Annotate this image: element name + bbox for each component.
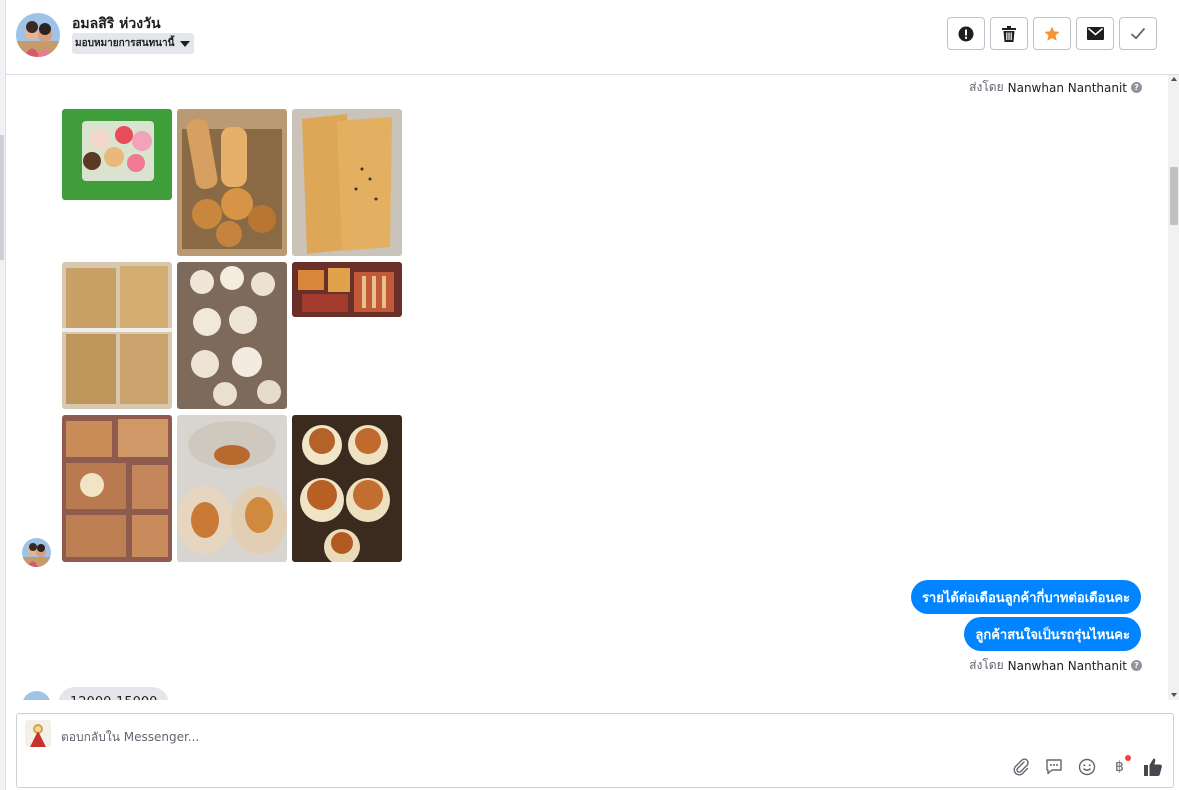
mark-spam-button[interactable] xyxy=(947,17,985,50)
thread-scrollbar[interactable] xyxy=(1168,75,1179,700)
contact-avatar[interactable] xyxy=(22,691,51,700)
page-avatar xyxy=(25,720,51,747)
outgoing-message[interactable]: ลูกค้าสนใจเป็นรถรุ่นไหนคะ xyxy=(964,617,1141,651)
reply-input[interactable]: ตอบกลับใน Messenger... xyxy=(61,728,199,747)
assign-label: มอบหมายการสนทนานี้ xyxy=(75,38,175,49)
saved-replies-icon xyxy=(1045,758,1062,774)
photo-attachment[interactable] xyxy=(62,109,172,200)
payment-button[interactable]: ฿ xyxy=(1109,755,1131,777)
header-actions xyxy=(947,17,1157,50)
messenger-inbox: อมลสิริ ห่วงวัน มอบหมายการสนทนานี้ ส่งโด… xyxy=(0,0,1179,790)
photo-attachment[interactable] xyxy=(177,262,287,409)
notification-dot xyxy=(1125,755,1131,761)
paperclip-icon xyxy=(1013,757,1029,775)
scroll-down-arrow-icon[interactable] xyxy=(1171,693,1177,697)
star-icon xyxy=(1044,26,1060,41)
photo-attachment[interactable] xyxy=(62,262,172,409)
chevron-down-icon xyxy=(180,40,191,47)
trash-icon xyxy=(1002,25,1016,42)
emoji-button[interactable] xyxy=(1076,756,1097,777)
saved-replies-button[interactable] xyxy=(1043,756,1064,777)
checkmark-icon xyxy=(1130,27,1146,40)
help-icon[interactable]: ? xyxy=(1131,660,1142,671)
reply-composer[interactable]: ตอบกลับใน Messenger... ฿ xyxy=(16,713,1174,788)
contact-avatar[interactable] xyxy=(16,13,60,57)
contact-avatar[interactable] xyxy=(22,538,51,567)
sent-by-name: Nanwhan Nanthanit xyxy=(1007,80,1127,95)
like-button[interactable] xyxy=(1142,756,1163,777)
scroll-up-arrow-icon[interactable] xyxy=(1171,77,1177,81)
scrollbar-thumb[interactable] xyxy=(1170,167,1178,225)
photo-attachment[interactable] xyxy=(177,109,287,256)
photo-attachment[interactable] xyxy=(292,109,402,256)
photo-attachment[interactable] xyxy=(177,415,287,562)
assign-conversation-dropdown[interactable]: มอบหมายการสนทนานี้ xyxy=(72,33,195,54)
outgoing-message[interactable]: รายได้ต่อเดือนลูกค้ากี่บาทต่อเดือนคะ xyxy=(910,580,1141,614)
mark-unread-button[interactable] xyxy=(1076,17,1114,50)
composer-tools: ฿ xyxy=(1010,755,1163,777)
sent-by-prefix: ส่งโดย xyxy=(969,80,1004,94)
envelope-icon xyxy=(1086,27,1104,40)
thumbs-up-icon xyxy=(1143,758,1162,776)
help-icon[interactable]: ? xyxy=(1131,82,1142,93)
star-button[interactable] xyxy=(1033,17,1071,50)
sent-by-prefix: ส่งโดย xyxy=(969,658,1004,672)
contact-name[interactable]: อมลสิริ ห่วงวัน xyxy=(72,13,161,35)
exclamation-circle-icon xyxy=(958,26,974,41)
sent-by-label: ส่งโดย Nanwhan Nanthanit ? xyxy=(969,656,1142,675)
message-thread[interactable]: ส่งโดย Nanwhan Nanthanit ? รายได้ต่อเดือ… xyxy=(6,75,1168,700)
sent-by-label: ส่งโดย Nanwhan Nanthanit ? xyxy=(969,78,1142,97)
photo-attachment[interactable] xyxy=(292,262,402,317)
attach-button[interactable] xyxy=(1010,756,1031,777)
photo-attachment[interactable] xyxy=(62,415,172,562)
incoming-message[interactable]: 12000-15000 xyxy=(58,687,170,700)
baht-payment-icon: ฿ xyxy=(1115,758,1124,775)
emoji-icon xyxy=(1078,758,1095,775)
photo-attachment[interactable] xyxy=(292,415,402,562)
delete-button[interactable] xyxy=(990,17,1028,50)
mark-done-button[interactable] xyxy=(1119,17,1157,50)
sent-by-name: Nanwhan Nanthanit xyxy=(1007,658,1127,673)
photo-grid xyxy=(62,109,403,562)
conversation-header: อมลสิริ ห่วงวัน มอบหมายการสนทนานี้ xyxy=(6,0,1179,75)
